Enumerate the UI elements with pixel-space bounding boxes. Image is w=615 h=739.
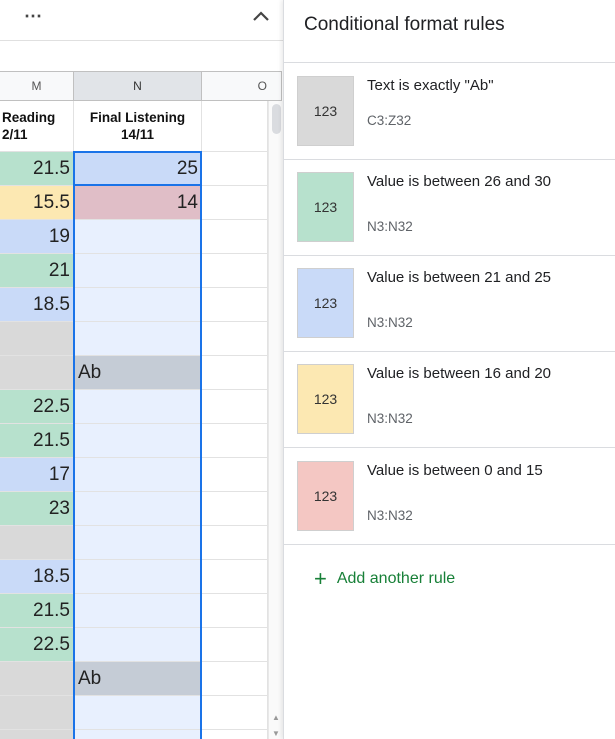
scroll-down-icon[interactable]: ▼ xyxy=(272,729,280,738)
header-reading-line2: 2/11 xyxy=(2,127,28,142)
cell-n[interactable] xyxy=(74,628,202,662)
cell-o[interactable] xyxy=(202,390,268,424)
rule-condition: Value is between 0 and 15 xyxy=(367,462,543,479)
conditional-format-panel: Conditional format rules 123 Text is exac… xyxy=(283,0,615,739)
rule-preview-swatch: 123 xyxy=(297,172,354,242)
rule-preview-swatch: 123 xyxy=(297,461,354,531)
cell-n[interactable]: Ab xyxy=(74,356,202,390)
rule-range: N3:N32 xyxy=(367,315,413,330)
cell-n[interactable] xyxy=(74,322,202,356)
rule-condition: Value is between 26 and 30 xyxy=(367,173,552,190)
cell-o[interactable] xyxy=(202,594,268,628)
plus-icon: + xyxy=(314,566,327,591)
cell-m[interactable] xyxy=(0,696,74,730)
formula-bar-area xyxy=(0,41,283,71)
column-header-n[interactable]: N xyxy=(74,71,202,101)
cell-m[interactable]: 22.5 xyxy=(0,628,74,662)
rule-preview-swatch: 123 xyxy=(297,364,354,434)
cell-o[interactable] xyxy=(202,662,268,696)
cell-n[interactable]: Ab xyxy=(74,662,202,696)
cell-o[interactable] xyxy=(202,288,268,322)
cell-m[interactable] xyxy=(0,662,74,696)
cell-n[interactable] xyxy=(74,594,202,628)
app-root: ⋯ M N O Reading 2/11 Final Listening 14/… xyxy=(0,0,615,739)
cell-m[interactable] xyxy=(0,322,74,356)
column-header-m[interactable]: M xyxy=(0,71,74,101)
rule-card[interactable]: 123 Value is between 26 and 30 N3:N32 xyxy=(284,159,615,256)
cell-o[interactable] xyxy=(202,492,268,526)
cell-n[interactable] xyxy=(74,730,202,739)
cell-n[interactable]: 25 xyxy=(74,152,202,186)
scroll-up-icon[interactable]: ▲ xyxy=(272,713,280,722)
rule-card[interactable]: 123 Value is between 16 and 20 N3:N32 xyxy=(284,351,615,448)
rule-condition: Text is exactly "Ab" xyxy=(367,77,494,94)
cell-m[interactable] xyxy=(0,730,74,739)
rule-condition: Value is between 21 and 25 xyxy=(367,269,552,286)
header-cell-final-listening[interactable]: Final Listening 14/11 xyxy=(74,101,202,152)
cell-o[interactable] xyxy=(202,560,268,594)
cell-o[interactable] xyxy=(202,526,268,560)
column-header-o[interactable]: O xyxy=(202,71,282,101)
cell-o[interactable] xyxy=(202,458,268,492)
header-cell-o[interactable] xyxy=(202,101,268,152)
rule-preview-swatch: 123 xyxy=(297,268,354,338)
cell-o[interactable] xyxy=(202,730,268,739)
add-another-rule-label: Add another rule xyxy=(336,570,456,587)
rule-range: N3:N32 xyxy=(367,219,413,234)
cell-m[interactable]: 18.5 xyxy=(0,288,74,322)
rule-condition: Value is between 16 and 20 xyxy=(367,365,552,382)
cell-m[interactable]: 21.5 xyxy=(0,594,74,628)
cell-n[interactable] xyxy=(74,560,202,594)
header-final-listening-line1: Final Listening xyxy=(89,110,186,125)
cell-n[interactable]: 14 xyxy=(74,186,202,220)
rule-range: N3:N32 xyxy=(367,411,413,426)
cell-o[interactable] xyxy=(202,152,268,186)
panel-title: Conditional format rules xyxy=(304,14,505,35)
rule-card[interactable]: 123 Text is exactly "Ab" C3:Z32 xyxy=(284,63,615,160)
cell-m[interactable] xyxy=(0,526,74,560)
cell-o[interactable] xyxy=(202,424,268,458)
more-options-icon[interactable]: ⋯ xyxy=(24,6,43,27)
cell-m[interactable] xyxy=(0,356,74,390)
rule-range: C3:Z32 xyxy=(367,113,412,128)
cell-o[interactable] xyxy=(202,356,268,390)
cell-m[interactable]: 23 xyxy=(0,492,74,526)
cell-o[interactable] xyxy=(202,628,268,662)
rule-preview-swatch: 123 xyxy=(297,76,354,146)
cell-n[interactable] xyxy=(74,696,202,730)
rule-card[interactable]: 123 Value is between 21 and 25 N3:N32 xyxy=(284,255,615,352)
cell-o[interactable] xyxy=(202,322,268,356)
add-another-rule-button[interactable]: + Add another rule xyxy=(314,566,456,591)
cell-m[interactable]: 21 xyxy=(0,254,74,288)
cell-n[interactable] xyxy=(74,526,202,560)
cell-o[interactable] xyxy=(202,220,268,254)
rule-card[interactable]: 123 Value is between 0 and 15 N3:N32 xyxy=(284,448,615,545)
header-final-listening-line2: 14/11 xyxy=(120,127,155,142)
header-reading-line1: Reading xyxy=(2,110,56,125)
cell-n[interactable] xyxy=(74,492,202,526)
cell-n[interactable] xyxy=(74,220,202,254)
cell-n[interactable] xyxy=(74,390,202,424)
cell-m[interactable]: 21.5 xyxy=(0,152,74,186)
rule-range: N3:N32 xyxy=(367,508,413,523)
cell-n[interactable] xyxy=(74,254,202,288)
cell-n[interactable] xyxy=(74,288,202,322)
cell-m[interactable]: 15.5 xyxy=(0,186,74,220)
cell-o[interactable] xyxy=(202,254,268,288)
cell-m[interactable]: 18.5 xyxy=(0,560,74,594)
cell-m[interactable]: 21.5 xyxy=(0,424,74,458)
cell-n[interactable] xyxy=(74,424,202,458)
scrollbar-thumb[interactable] xyxy=(272,104,281,134)
spreadsheet-area: ⋯ M N O Reading 2/11 Final Listening 14/… xyxy=(0,0,283,739)
toolbar: ⋯ xyxy=(0,0,283,41)
cell-m[interactable]: 19 xyxy=(0,220,74,254)
header-cell-reading[interactable]: Reading 2/11 xyxy=(0,101,74,152)
cell-m[interactable]: 17 xyxy=(0,458,74,492)
vertical-scrollbar[interactable]: ▲ ▼ xyxy=(268,101,283,739)
cell-o[interactable] xyxy=(202,696,268,730)
cell-n[interactable] xyxy=(74,458,202,492)
cell-m[interactable]: 22.5 xyxy=(0,390,74,424)
cell-o[interactable] xyxy=(202,186,268,220)
chevron-up-icon[interactable] xyxy=(250,4,272,28)
